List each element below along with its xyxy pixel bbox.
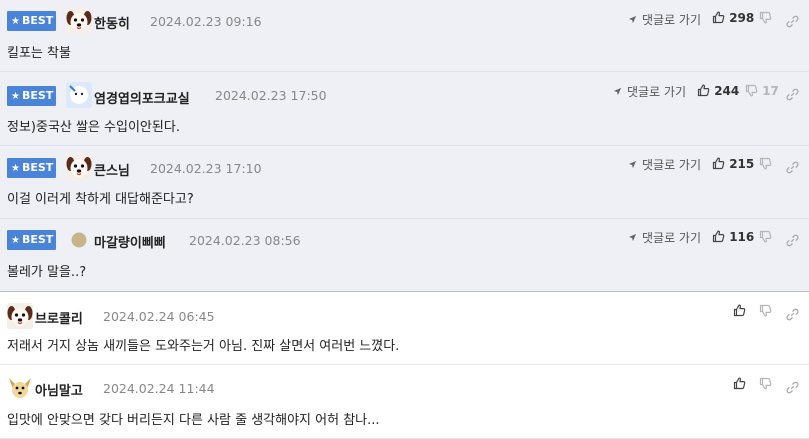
share-button[interactable] <box>786 157 799 176</box>
reply-link[interactable]: 댓글로 가기 <box>628 11 701 28</box>
like-button[interactable]: 215 <box>712 157 754 171</box>
star-icon: ★ <box>11 91 20 102</box>
thumbs-up-icon <box>712 157 725 170</box>
link-icon <box>786 308 799 321</box>
reply-link[interactable]: 댓글로 가기 <box>613 83 686 100</box>
link-icon <box>786 161 799 174</box>
dislike-button[interactable] <box>759 11 772 25</box>
best-badge: ★ BEST <box>7 11 56 31</box>
best-comment: ★ BEST 염경엽의포크교실 2024.02.23 17:50 댓글로 가기 2… <box>0 72 809 146</box>
star-icon: ★ <box>11 16 20 27</box>
comment-text: 입맛에 안맞으면 갖다 버리든지 다른 사람 줄 생각해야지 어허 참나... <box>7 413 380 428</box>
best-badge: ★ BEST <box>7 158 56 178</box>
comment-nickname[interactable]: 아님말고 <box>35 380 83 399</box>
share-button[interactable] <box>786 377 799 396</box>
comment-nickname[interactable]: 큰스님 <box>94 160 130 179</box>
comment: 브로콜리 2024.02.24 06:45 저래서 거지 상놈 새끼들은 도와주… <box>0 292 809 365</box>
comment-nickname[interactable]: 마갈량이삐삐 <box>94 232 166 251</box>
like-button[interactable]: 244 <box>697 84 739 98</box>
comment-text: 이걸 이러게 착하게 대답해준다고? <box>7 192 194 207</box>
comment-date: 2024.02.23 17:10 <box>150 161 262 176</box>
best-comment: ★ BEST 마갈량이삐삐 2024.02.23 08:56 댓글로 가기 116… <box>0 219 809 292</box>
like-button[interactable] <box>733 377 746 391</box>
reply-link[interactable]: 댓글로 가기 <box>628 156 701 173</box>
thumbs-down-icon <box>759 157 772 170</box>
dog-face-icon[interactable] <box>66 8 92 34</box>
best-badge: ★ BEST <box>7 86 56 106</box>
dislike-button[interactable] <box>759 304 772 318</box>
arrow-icon <box>628 160 637 169</box>
thumbs-up-icon <box>712 230 725 243</box>
comment-text: 볼레가 말을..? <box>7 265 87 280</box>
share-button[interactable] <box>786 230 799 249</box>
link-icon <box>786 381 799 394</box>
like-button[interactable]: 298 <box>712 11 754 25</box>
star-icon: ★ <box>11 235 20 246</box>
comment-text: 킬포는 착불 <box>7 46 71 61</box>
comment-date: 2024.02.24 11:44 <box>103 381 215 396</box>
comment-date: 2024.02.23 08:56 <box>189 233 301 248</box>
best-comment: ★ BEST 큰스님 2024.02.23 17:10 댓글로 가기 215 이걸… <box>0 146 809 219</box>
thumbs-up-icon <box>733 377 746 390</box>
arrow-icon <box>628 233 637 242</box>
dislike-button[interactable] <box>759 157 772 171</box>
thumbs-down-icon <box>745 84 758 97</box>
comment-text: 저래서 거지 상놈 새끼들은 도와주는거 아님. 진짜 살면서 여러번 느꼈다. <box>7 339 400 354</box>
thumbs-down-icon <box>759 230 772 243</box>
link-icon <box>786 15 799 28</box>
link-icon <box>786 88 799 101</box>
round-dot-icon[interactable] <box>66 227 92 253</box>
dislike-button[interactable]: 17 <box>745 84 779 98</box>
share-button[interactable] <box>786 304 799 323</box>
puppy-icon[interactable] <box>7 375 33 401</box>
dog-face-icon[interactable] <box>7 303 33 329</box>
dislike-button[interactable] <box>759 230 772 244</box>
comment-nickname[interactable]: 브로콜리 <box>35 308 83 327</box>
share-button[interactable] <box>786 84 799 103</box>
comment-date: 2024.02.24 06:45 <box>103 309 215 324</box>
thumbs-up-icon <box>697 84 710 97</box>
star-icon: ★ <box>11 163 20 174</box>
thumbs-down-icon <box>759 11 772 24</box>
share-button[interactable] <box>786 11 799 30</box>
reply-link[interactable]: 댓글로 가기 <box>628 229 701 246</box>
thumbs-down-icon <box>759 377 772 390</box>
thumbs-up-icon <box>733 304 746 317</box>
comment-nickname[interactable]: 염경엽의포크교실 <box>94 88 190 107</box>
dog-face-icon[interactable] <box>66 154 92 180</box>
arrow-icon <box>613 87 622 96</box>
dislike-button[interactable] <box>759 377 772 391</box>
link-icon <box>786 234 799 247</box>
thumbs-up-icon <box>712 11 725 24</box>
like-button[interactable] <box>733 304 746 318</box>
comment-nickname[interactable]: 한동히 <box>94 13 130 32</box>
blue-character-icon[interactable] <box>66 82 92 108</box>
thumbs-down-icon <box>759 304 772 317</box>
comment-date: 2024.02.23 09:16 <box>150 14 262 29</box>
best-comment: ★ BEST 한동히 2024.02.23 09:16 댓글로 가기 298 킬포… <box>0 0 809 72</box>
like-button[interactable]: 116 <box>712 230 754 244</box>
arrow-icon <box>628 15 637 24</box>
comment: 아님말고 2024.02.24 11:44 입맛에 안맞으면 갖다 버리든지 다… <box>0 365 809 439</box>
comment-text: 정보)중국산 쌀은 수입이안된다. <box>7 120 180 135</box>
best-badge: ★ BEST <box>7 230 56 250</box>
comment-date: 2024.02.23 17:50 <box>215 88 327 103</box>
